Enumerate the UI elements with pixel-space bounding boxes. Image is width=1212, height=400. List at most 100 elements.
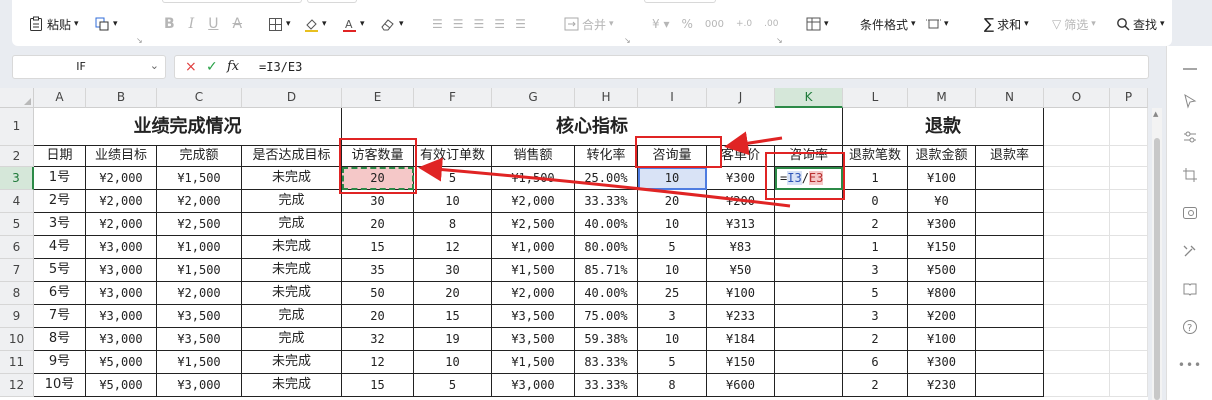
table-cell[interactable]: 50	[342, 282, 414, 305]
formula-bar[interactable]: × ✓ fx =I3/E3	[174, 55, 1149, 79]
grid-cell[interactable]	[1044, 305, 1110, 328]
borders-button[interactable]: ▾	[268, 14, 291, 34]
section-title-performance[interactable]: 业绩完成情况	[34, 108, 342, 146]
row-header[interactable]: 2	[0, 146, 34, 167]
column-header[interactable]: N	[976, 88, 1044, 108]
grid-cell[interactable]	[1110, 167, 1148, 190]
table-cell[interactable]: ¥3,000	[86, 305, 157, 328]
table-cell[interactable]: ¥100	[908, 328, 976, 351]
table-style-button[interactable]: ▾	[806, 14, 829, 34]
table-cell[interactable]: 8	[414, 213, 492, 236]
table-cell[interactable]: 未完成	[242, 259, 342, 282]
align-left-icon[interactable]: ☰	[432, 17, 443, 31]
underline-icon[interactable]: U	[208, 16, 218, 32]
table-cell[interactable]: ¥3,000	[86, 282, 157, 305]
table-cell[interactable]: ¥1,500	[157, 351, 242, 374]
grid-cell[interactable]	[1044, 328, 1110, 351]
table-cell[interactable]: 6号	[34, 282, 86, 305]
table-cell[interactable]: 10号	[34, 374, 86, 397]
grid-cell[interactable]	[1110, 305, 1148, 328]
grid-cell[interactable]	[1110, 351, 1148, 374]
table-cell[interactable]: 完成	[242, 190, 342, 213]
strikethrough-icon[interactable]: A	[232, 16, 242, 32]
row-header[interactable]: 5	[0, 213, 34, 236]
table-cell[interactable]: 32	[342, 328, 414, 351]
table-cell[interactable]: 30	[342, 190, 414, 213]
table-cell[interactable]: ¥1,000	[157, 236, 242, 259]
cancel-icon[interactable]: ×	[185, 59, 197, 75]
column-header[interactable]: K	[775, 88, 843, 108]
column-label[interactable]: 访客数量	[342, 146, 414, 167]
column-header[interactable]: A	[34, 88, 86, 108]
percent-icon[interactable]: %	[681, 17, 692, 31]
table-cell[interactable]: ¥150	[707, 351, 775, 374]
table-cell[interactable]: 5	[843, 282, 908, 305]
table-cell[interactable]	[775, 374, 843, 397]
table-cell[interactable]: 59.38%	[575, 328, 638, 351]
table-cell[interactable]: ¥5,000	[86, 351, 157, 374]
table-cell[interactable]: 33.33%	[575, 374, 638, 397]
table-cell[interactable]: 15	[414, 305, 492, 328]
grid-cell[interactable]	[1044, 374, 1110, 397]
bold-icon[interactable]: B	[164, 16, 175, 32]
table-cell[interactable]: ¥230	[908, 374, 976, 397]
table-cell[interactable]: ¥3,000	[86, 236, 157, 259]
column-label[interactable]: 退款率	[976, 146, 1044, 167]
table-cell[interactable]: 80.00%	[575, 236, 638, 259]
alignment-dialog-launcher[interactable]: ↘	[624, 36, 631, 45]
table-cell[interactable]: ¥2,500	[492, 213, 575, 236]
table-cell[interactable]: 未完成	[242, 282, 342, 305]
column-header[interactable]: H	[575, 88, 638, 108]
grid-cell[interactable]	[1044, 282, 1110, 305]
row-header[interactable]: 6	[0, 236, 34, 259]
column-label[interactable]: 有效订单数	[414, 146, 492, 167]
conditional-format-button[interactable]: 条件格式 ▾	[860, 14, 916, 34]
clear-button[interactable]: ▾	[380, 14, 404, 34]
column-label[interactable]: 咨询量	[638, 146, 707, 167]
table-cell[interactable]: ¥3,000	[86, 328, 157, 351]
column-label[interactable]: 是否达成目标	[242, 146, 342, 167]
merge-button[interactable]: 合并 ▾	[564, 14, 614, 34]
table-cell[interactable]	[976, 351, 1044, 374]
grid-cell[interactable]	[1044, 259, 1110, 282]
increase-decimal-icon[interactable]: +.0	[736, 19, 752, 29]
column-header[interactable]: C	[157, 88, 242, 108]
number-dialog-launcher[interactable]: ↘	[776, 36, 783, 45]
table-cell[interactable]	[976, 259, 1044, 282]
grid-cell[interactable]	[1110, 374, 1148, 397]
table-cell[interactable]: 1	[843, 167, 908, 190]
name-box[interactable]: IF ⌄	[12, 55, 166, 79]
table-cell[interactable]: 2号	[34, 190, 86, 213]
crop-icon[interactable]	[1179, 164, 1201, 186]
select-all-corner[interactable]	[0, 88, 34, 108]
filter-button[interactable]: ▽ 筛选 ▾	[1052, 14, 1096, 34]
table-cell[interactable]: 10	[638, 213, 707, 236]
table-cell[interactable]: ¥2,000	[86, 167, 157, 190]
help-icon[interactable]: ?	[1179, 316, 1201, 338]
column-header[interactable]: B	[86, 88, 157, 108]
indent-icon[interactable]: ☰	[494, 17, 505, 31]
table-cell[interactable]: 20	[342, 305, 414, 328]
table-cell[interactable]: ¥83	[707, 236, 775, 259]
table-cell[interactable]	[775, 259, 843, 282]
table-cell[interactable]: ¥300	[908, 351, 976, 374]
table-cell[interactable]: 8号	[34, 328, 86, 351]
table-cell[interactable]	[775, 328, 843, 351]
table-cell[interactable]: ¥300	[908, 213, 976, 236]
cell-format-button[interactable]: ▾	[926, 14, 949, 34]
table-cell[interactable]: ¥200	[707, 190, 775, 213]
table-cell[interactable]: ¥50	[707, 259, 775, 282]
table-cell[interactable]	[976, 328, 1044, 351]
table-cell[interactable]: 未完成	[242, 374, 342, 397]
table-cell[interactable]: ¥2,000	[157, 190, 242, 213]
table-cell[interactable]: 25	[638, 282, 707, 305]
table-cell[interactable]: ¥600	[707, 374, 775, 397]
grid-cell[interactable]	[1044, 167, 1110, 190]
row-header[interactable]: 4	[0, 190, 34, 213]
table-cell[interactable]: 3	[843, 259, 908, 282]
decrease-decimal-icon[interactable]: .00	[764, 19, 778, 29]
table-cell[interactable]: 40.00%	[575, 213, 638, 236]
table-cell[interactable]: 15	[342, 236, 414, 259]
column-header[interactable]: M	[908, 88, 976, 108]
table-cell[interactable]: 10	[414, 351, 492, 374]
